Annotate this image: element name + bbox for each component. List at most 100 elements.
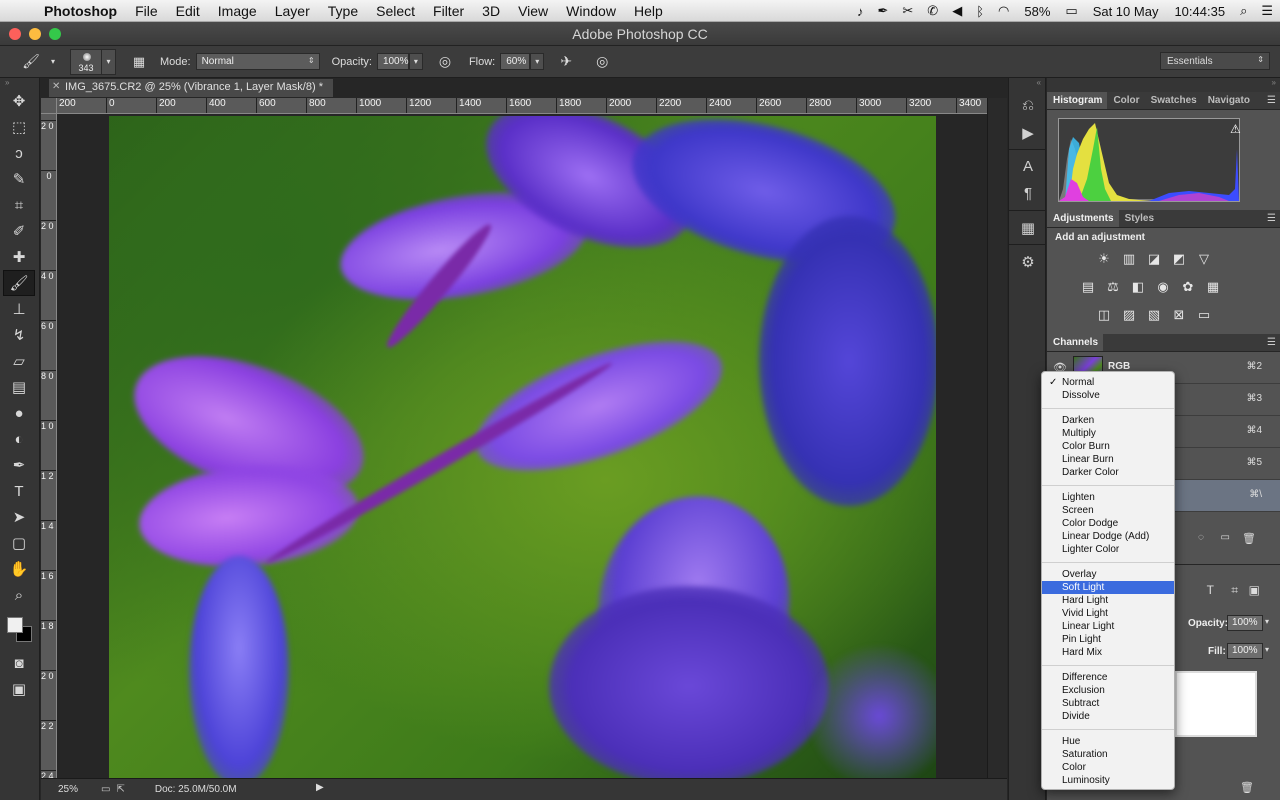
actions-panel-icon[interactable]: ▶: [1009, 119, 1047, 146]
eyedropper-tool-icon[interactable]: ✐: [3, 218, 35, 244]
blend-mode-option-hue[interactable]: Hue: [1042, 735, 1174, 748]
opacity-input[interactable]: 100%: [376, 53, 409, 70]
flow-input[interactable]: 60%: [500, 53, 531, 70]
vertical-ruler[interactable]: 2 0 0 0 2 0 0 4 0 0 6 0 0 8 0 0 1 0 0 0 1 2 0 0…: [41, 114, 57, 778]
blur-tool-icon[interactable]: ●: [3, 400, 35, 426]
invert-icon[interactable]: ◫: [1095, 306, 1113, 324]
document-tab[interactable]: ✕ IMG_3675.CR2 @ 25% (Vibrance 1, Layer …: [49, 79, 333, 97]
music-note-icon[interactable]: ♪: [850, 4, 871, 19]
load-selection-icon[interactable]: ◌: [1198, 532, 1204, 543]
menu-view[interactable]: View: [509, 3, 557, 19]
menubar-time[interactable]: 10:44:35: [1166, 4, 1233, 19]
spot-healing-tool-icon[interactable]: ✚: [3, 244, 35, 270]
crop-tool-icon[interactable]: ⌗: [3, 192, 35, 218]
history-panel-icon[interactable]: ⎌: [1009, 92, 1047, 119]
tab-navigator[interactable]: Navigato: [1202, 95, 1255, 109]
blend-mode-option-overlay[interactable]: Overlay: [1042, 568, 1174, 581]
blend-mode-option-exclusion[interactable]: Exclusion: [1042, 684, 1174, 697]
canvas-vertical-scrollbar[interactable]: [987, 98, 1007, 778]
tab-styles[interactable]: Styles: [1119, 213, 1159, 227]
menu-app-photoshop[interactable]: Photoshop: [40, 3, 126, 19]
tab-histogram[interactable]: Histogram: [1047, 92, 1108, 109]
brush-size-preview[interactable]: 343: [70, 48, 102, 75]
brush-panel-toggle-icon[interactable]: ▦: [126, 51, 152, 73]
panel-grip-icon[interactable]: «: [1009, 78, 1045, 92]
menu-filter[interactable]: Filter: [424, 3, 473, 19]
notification-center-icon[interactable]: ☰: [1254, 3, 1280, 19]
posterize-icon[interactable]: ▨: [1120, 306, 1138, 324]
zoom-level[interactable]: 25%: [41, 784, 95, 795]
foreground-color-swatch[interactable]: [7, 617, 23, 633]
blend-mode-option-linear-burn[interactable]: Linear Burn: [1042, 453, 1174, 466]
levels-icon[interactable]: ▥: [1120, 250, 1138, 268]
opacity-slider-arrow-icon[interactable]: ▾: [408, 53, 423, 70]
layer-fill-arrow-icon[interactable]: ▾: [1265, 645, 1269, 654]
clone-stamp-tool-icon[interactable]: ⊥: [3, 296, 35, 322]
menubar-date[interactable]: Sat 10 May: [1085, 4, 1167, 19]
color-lookup-icon[interactable]: ▦: [1204, 278, 1222, 296]
wifi-icon[interactable]: ◠: [991, 3, 1016, 19]
layer-opacity-input[interactable]: 100%: [1227, 615, 1263, 631]
blend-mode-option-darken[interactable]: Darken: [1042, 414, 1174, 427]
photo-filter-icon[interactable]: ◉: [1154, 278, 1172, 296]
blend-mode-option-dissolve[interactable]: Dissolve: [1042, 389, 1174, 402]
delete-layer-icon[interactable]: 🗑: [1240, 781, 1254, 794]
new-channel-icon[interactable]: ▭: [1221, 532, 1230, 543]
menu-file[interactable]: File: [126, 3, 167, 19]
battery-percent[interactable]: 58%: [1016, 4, 1058, 19]
pen-tool-icon[interactable]: ✒: [3, 452, 35, 478]
tab-channels[interactable]: Channels: [1047, 334, 1104, 351]
menu-select[interactable]: Select: [367, 3, 424, 19]
status-menu-arrow-icon[interactable]: ▶: [316, 782, 324, 793]
channel-mixer-icon[interactable]: ✿: [1179, 278, 1197, 296]
hand-tool-icon[interactable]: ✋: [3, 556, 35, 582]
layer-mask-thumbnail[interactable]: [1175, 671, 1257, 737]
black-white-icon[interactable]: ◧: [1129, 278, 1147, 296]
screen-mode-icon[interactable]: ▣: [3, 676, 35, 702]
tab-adjustments[interactable]: Adjustments: [1047, 210, 1119, 227]
pressure-opacity-icon[interactable]: ◎: [431, 51, 459, 73]
blend-mode-option-hard-light[interactable]: Hard Light: [1042, 594, 1174, 607]
phone-icon[interactable]: ✆: [920, 3, 945, 19]
curves-icon[interactable]: ◪: [1145, 250, 1163, 268]
gradient-map-icon[interactable]: ▭: [1195, 306, 1213, 324]
panel-grip-icon[interactable]: »: [0, 78, 39, 88]
gradient-tool-icon[interactable]: ▤: [3, 374, 35, 400]
airbrush-icon[interactable]: ✈: [552, 51, 580, 73]
blend-mode-option-multiply[interactable]: Multiply: [1042, 427, 1174, 440]
rectangle-tool-icon[interactable]: ▢: [3, 530, 35, 556]
smart-object-filter-icon[interactable]: ▣: [1249, 583, 1260, 597]
menu-edit[interactable]: Edit: [167, 3, 209, 19]
path-selection-tool-icon[interactable]: ➤: [3, 504, 35, 530]
move-tool-icon[interactable]: ✥: [3, 88, 35, 114]
paragraph-panel-icon[interactable]: ¶: [1009, 180, 1047, 207]
type-tool-icon[interactable]: T: [3, 478, 35, 504]
proof-icon[interactable]: ▭: [101, 784, 110, 795]
cache-warning-icon[interactable]: ⚠: [1230, 122, 1241, 136]
character-panel-icon[interactable]: A: [1009, 153, 1047, 180]
blend-mode-option-soft-light[interactable]: Soft Light: [1042, 581, 1174, 594]
canvas-area[interactable]: [57, 114, 987, 778]
document-image[interactable]: [109, 116, 936, 778]
mini-bridge-icon[interactable]: ▦: [1009, 214, 1047, 241]
blend-mode-option-lighter-color[interactable]: Lighter Color: [1042, 543, 1174, 556]
close-document-icon[interactable]: ✕: [52, 81, 60, 92]
menu-help[interactable]: Help: [625, 3, 672, 19]
shape-filter-icon[interactable]: ⌗: [1231, 583, 1238, 598]
exposure-icon[interactable]: ◩: [1170, 250, 1188, 268]
share-icon[interactable]: ⇱: [116, 784, 124, 795]
workspace-switcher[interactable]: Essentials ⇕: [1160, 52, 1270, 70]
quick-selection-tool-icon[interactable]: ✎: [3, 166, 35, 192]
panel-menu-icon[interactable]: ☰: [1267, 213, 1276, 224]
blend-mode-option-hard-mix[interactable]: Hard Mix: [1042, 646, 1174, 659]
zoom-tool-icon[interactable]: ⌕: [3, 582, 35, 608]
color-swatches[interactable]: [4, 614, 36, 646]
battery-icon[interactable]: ▭: [1058, 3, 1084, 19]
menu-image[interactable]: Image: [209, 3, 266, 19]
blend-mode-option-color[interactable]: Color: [1042, 761, 1174, 774]
panel-grip-icon[interactable]: »: [1047, 78, 1280, 92]
brush-tool-icon[interactable]: 🖌: [3, 270, 35, 296]
blend-mode-option-linear-light[interactable]: Linear Light: [1042, 620, 1174, 633]
hue-saturation-icon[interactable]: ▤: [1079, 278, 1097, 296]
menu-window[interactable]: Window: [557, 3, 625, 19]
